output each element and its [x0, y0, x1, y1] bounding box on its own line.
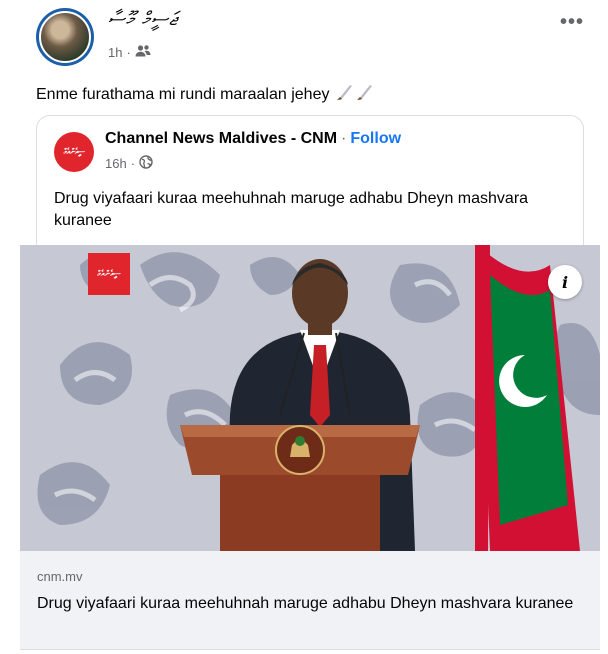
friends-icon — [135, 44, 151, 61]
globe-icon — [139, 155, 153, 172]
dagger-emoji-icon — [335, 82, 375, 107]
avatar-photo — [39, 11, 91, 63]
meta-separator: · — [126, 45, 131, 60]
post-meta: 1h · — [108, 44, 151, 61]
caption-text: Enme furathama mi rundi maraalan jehey — [36, 85, 330, 103]
post-time[interactable]: 1h — [108, 45, 122, 60]
author-name[interactable]: ޖަސީމް މޫސާ — [108, 8, 178, 30]
shared-post-meta: 16h · — [105, 155, 153, 172]
page-avatar[interactable]: ސީއެންއެމް — [54, 132, 94, 172]
follow-button[interactable]: Follow — [350, 130, 401, 147]
photo-watermark-logo: ސީއެންއެމް — [88, 253, 130, 295]
link-domain: cnm.mv — [37, 569, 83, 584]
more-options-button[interactable]: ••• — [560, 12, 584, 32]
author-avatar[interactable] — [36, 8, 94, 66]
shared-post-text: Drug viyafaari kuraa meehuhnah maruge ad… — [54, 190, 529, 229]
info-button[interactable]: i — [548, 265, 582, 299]
page-name-row: Channel News Maldives - CNM · Follow — [105, 130, 401, 148]
news-photo[interactable]: ސީއެންއެމް i — [20, 245, 600, 551]
page-name[interactable]: Channel News Maldives - CNM — [105, 130, 337, 147]
link-preview[interactable]: cnm.mv Drug viyafaari kuraa meehuhnah ma… — [20, 551, 600, 650]
link-title[interactable]: Drug viyafaari kuraa meehuhnah maruge ad… — [37, 593, 577, 615]
follow-separator: · — [341, 130, 347, 147]
shared-post-time[interactable]: 16h — [105, 156, 127, 171]
shared-meta-separator: · — [130, 156, 136, 171]
post-caption: Enme furathama mi rundi maraalan jehey — [36, 82, 375, 107]
